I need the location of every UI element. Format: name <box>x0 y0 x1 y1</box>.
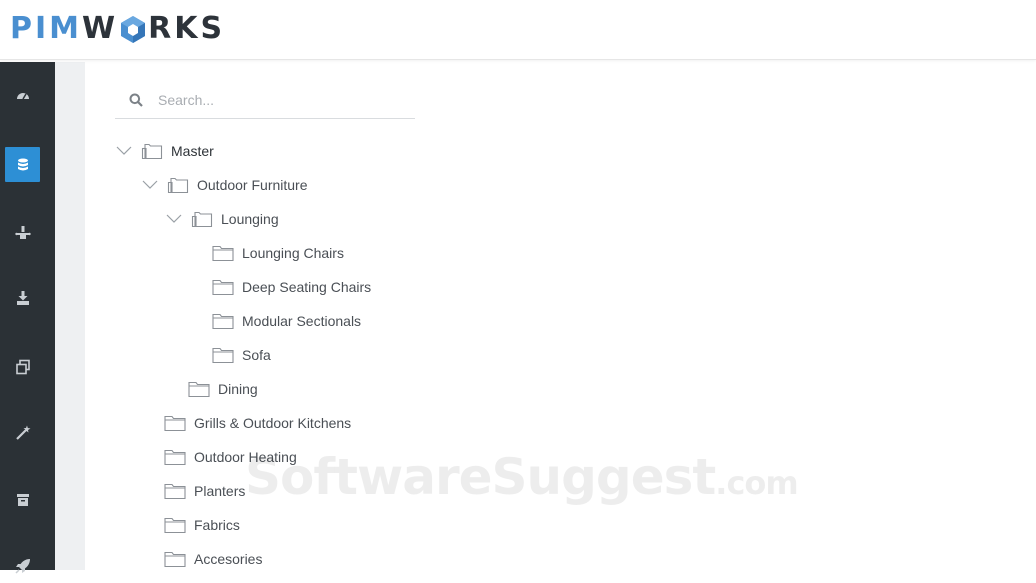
search-bar <box>115 82 415 119</box>
folder-open-icon <box>167 177 189 194</box>
tree-node-label: Dining <box>218 381 258 397</box>
dashboard-icon[interactable] <box>5 78 40 113</box>
chevron-down-icon[interactable] <box>141 179 159 191</box>
cube-logo-icon <box>121 16 146 43</box>
tree-node-label: Outdoor Heating <box>194 449 297 465</box>
magic-wand-icon[interactable] <box>5 415 40 450</box>
search-input[interactable] <box>158 92 398 108</box>
tree-node-planters[interactable]: Planters <box>164 476 245 506</box>
tree-node-label: Deep Seating Chairs <box>242 279 372 295</box>
folder-open-icon <box>191 211 213 228</box>
download-icon[interactable] <box>5 280 40 315</box>
tree-node-lounging-chairs[interactable]: Lounging Chairs <box>212 238 344 268</box>
copy-icon[interactable] <box>5 349 40 384</box>
folder-icon <box>212 245 234 262</box>
main-panel: Master Outdoor Furniture Lounging Loungi… <box>85 62 1036 570</box>
tree-node-fabrics[interactable]: Fabrics <box>164 510 240 540</box>
tree-node-label: Outdoor Furniture <box>197 177 308 193</box>
hierarchy-icon[interactable] <box>5 215 40 250</box>
tree-node-label: Accesories <box>194 551 263 567</box>
folder-open-icon <box>141 143 163 160</box>
folder-icon <box>164 449 186 466</box>
tree-node-modular-sectionals[interactable]: Modular Sectionals <box>212 306 361 336</box>
tree-node-label: Master <box>171 143 214 159</box>
folder-icon <box>212 279 234 296</box>
tree-node-label: Grills & Outdoor Kitchens <box>194 415 352 431</box>
tree-node-sofa[interactable]: Sofa <box>212 340 271 370</box>
chevron-down-icon[interactable] <box>115 145 133 157</box>
tree-node-label: Lounging <box>221 211 279 227</box>
tree-node-label: Fabrics <box>194 517 240 533</box>
folder-icon <box>212 313 234 330</box>
tree-node-master[interactable]: Master <box>115 136 214 166</box>
archive-icon[interactable] <box>5 482 40 517</box>
folder-icon <box>188 381 210 398</box>
folder-icon <box>212 347 234 364</box>
rocket-icon[interactable] <box>5 548 40 583</box>
chevron-down-icon[interactable] <box>165 213 183 225</box>
database-icon[interactable] <box>5 147 40 182</box>
search-icon <box>129 93 143 107</box>
tree-node-grills[interactable]: Grills & Outdoor Kitchens <box>164 408 351 438</box>
pimworks-logo[interactable]: PIMW RKS <box>10 10 225 46</box>
tree-node-label: Modular Sectionals <box>242 313 362 329</box>
tree-node-outdoor-furniture[interactable]: Outdoor Furniture <box>141 170 308 200</box>
folder-icon <box>164 551 186 568</box>
tree-node-label: Lounging Chairs <box>242 245 344 261</box>
app-header: PIMW RKS <box>0 0 1036 60</box>
folder-icon <box>164 415 186 432</box>
tree-node-label: Planters <box>194 483 246 499</box>
folder-icon <box>164 517 186 534</box>
tree-node-dining[interactable]: Dining <box>188 374 258 404</box>
sidebar <box>0 62 55 574</box>
tree-node-deep-seating-chairs[interactable]: Deep Seating Chairs <box>212 272 371 302</box>
folder-icon <box>164 483 186 500</box>
tree-node-lounging[interactable]: Lounging <box>165 204 279 234</box>
tree-node-label: Sofa <box>242 347 271 363</box>
sidebar-gutter <box>55 62 85 570</box>
tree-node-outdoor-heating[interactable]: Outdoor Heating <box>164 442 297 472</box>
